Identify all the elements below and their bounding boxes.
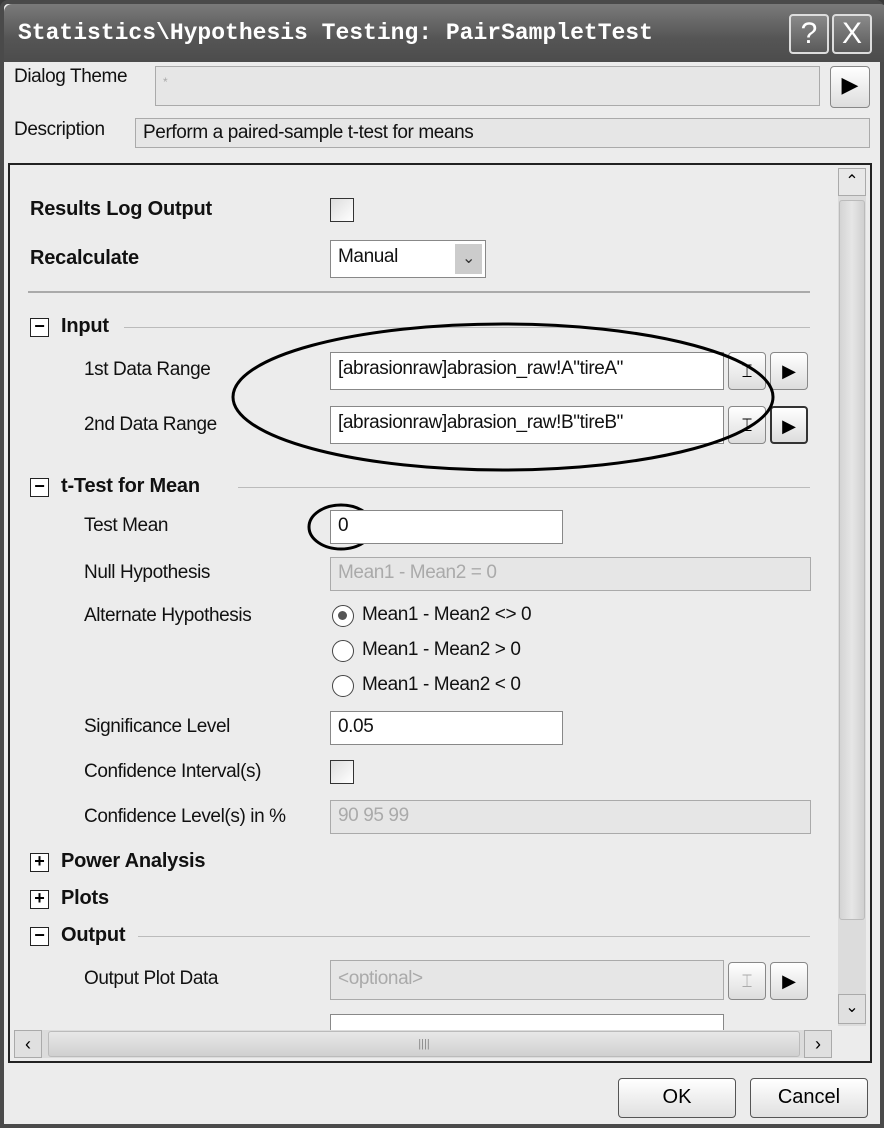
output-section-header[interactable]: Output [61, 924, 126, 947]
alt-hypothesis-label: Alternate Hypothesis [84, 605, 252, 626]
select-output-button[interactable]: ⌶ [728, 962, 766, 1000]
expand-icon[interactable]: + [30, 852, 49, 872]
significance-label: Significance Level [84, 716, 230, 737]
collapse-icon[interactable]: − [30, 926, 49, 946]
partial-field[interactable] [330, 1014, 724, 1030]
alt-option-radio[interactable] [332, 605, 354, 627]
alt-option-label[interactable]: Mean1 - Mean2 < 0 [362, 674, 521, 696]
output-menu-button[interactable]: ▶ [770, 962, 808, 1000]
power-section-header[interactable]: Power Analysis [61, 850, 206, 873]
divider [138, 936, 810, 937]
output-plot-data-label: Output Plot Data [84, 968, 219, 989]
range-select-icon: ⌶ [741, 971, 753, 991]
triangle-right-icon: ▶ [782, 971, 796, 991]
test-mean-input[interactable]: 0 [330, 510, 563, 544]
confidence-level-label: Confidence Level(s) in % [84, 806, 286, 827]
expand-icon[interactable]: + [30, 889, 49, 909]
annotation-ellipse [231, 322, 775, 472]
null-hypothesis-label: Null Hypothesis [84, 562, 210, 583]
alt-option-radio[interactable] [332, 640, 354, 662]
significance-input[interactable]: 0.05 [330, 711, 563, 745]
cancel-button[interactable]: Cancel [750, 1078, 868, 1118]
confidence-level-field: 90 95 99 [330, 800, 811, 834]
alt-option-label[interactable]: Mean1 - Mean2 > 0 [362, 639, 521, 661]
confidence-interval-label: Confidence Interval(s) [84, 761, 262, 782]
confidence-interval-checkbox[interactable] [330, 760, 354, 784]
divider [238, 487, 810, 488]
test-mean-label: Test Mean [84, 515, 169, 536]
ttest-section-header[interactable]: t-Test for Mean [61, 475, 200, 498]
ok-button[interactable]: OK [618, 1078, 736, 1118]
null-hypothesis-field: Mean1 - Mean2 = 0 [330, 557, 811, 591]
scroll-right-icon[interactable]: › [804, 1030, 832, 1058]
collapse-icon[interactable]: − [30, 477, 49, 497]
alt-option-label[interactable]: Mean1 - Mean2 <> 0 [362, 604, 532, 626]
alt-option-radio[interactable] [332, 675, 354, 697]
horizontal-scrollbar[interactable]: ‹ |||| › [14, 1030, 832, 1058]
plots-section-header[interactable]: Plots [61, 887, 109, 910]
output-plot-data-input[interactable]: <optional> [330, 960, 724, 1000]
horizontal-scroll-thumb[interactable]: |||| [48, 1031, 800, 1057]
scroll-left-icon[interactable]: ‹ [14, 1030, 42, 1058]
